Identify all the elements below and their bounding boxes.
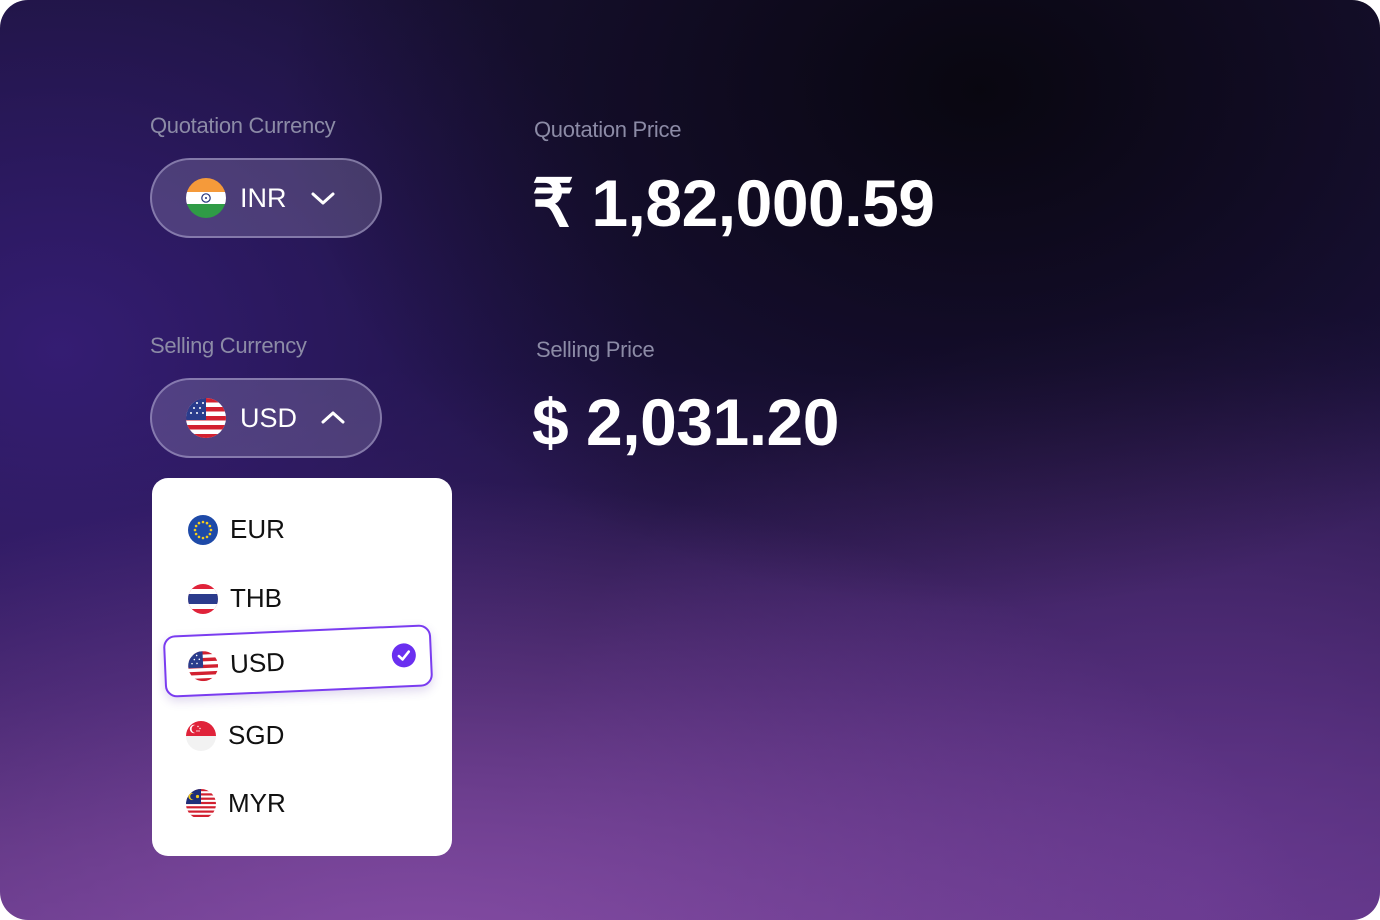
currency-option-label: THB [230, 583, 282, 613]
quotation-currency-label: Quotation Currency [150, 113, 336, 138]
usa-flag-icon [187, 650, 219, 682]
currency-option-label: MYR [228, 788, 286, 818]
singapore-flag-icon [186, 720, 216, 751]
selling-price-label: Selling Price [536, 337, 655, 362]
currency-option-label: SGD [228, 720, 285, 750]
chevron-up-icon [319, 404, 347, 432]
currency-option-label: USD [229, 646, 286, 679]
selling-currency-label: Selling Currency [150, 333, 307, 358]
currency-option-usd-selected[interactable]: USD [162, 624, 434, 698]
selling-price-value: $ 2,031.20 [532, 385, 839, 459]
malaysia-flag-icon [186, 788, 216, 819]
thailand-flag-icon [188, 583, 218, 614]
currency-option-label: EUR [230, 514, 285, 544]
selling-currency-select[interactable]: USD [150, 378, 382, 458]
currency-option-sgd[interactable]: SGD [186, 720, 284, 751]
currency-option-myr[interactable]: MYR [186, 788, 286, 819]
quotation-price-value: ₹ 1,82,000.59 [532, 166, 935, 240]
chevron-down-icon [309, 184, 337, 212]
currency-converter-card: Quotation Currency INR Quotation Price ₹… [0, 0, 1380, 920]
selling-currency-code: USD [240, 402, 298, 433]
currency-option-thb[interactable]: THB [188, 583, 282, 614]
currency-option-usd[interactable]: USD [187, 646, 286, 682]
currency-option-eur[interactable]: EUR [188, 514, 285, 545]
currency-dropdown-menu: EUR THB USD SGD MYR [152, 478, 452, 856]
eu-flag-icon [188, 514, 218, 545]
usa-flag-icon [186, 398, 226, 438]
india-flag-icon [186, 178, 226, 218]
quotation-currency-select[interactable]: INR [150, 158, 382, 238]
quotation-price-label: Quotation Price [534, 117, 682, 142]
check-icon [391, 642, 417, 668]
quotation-currency-code: INR [240, 182, 287, 213]
